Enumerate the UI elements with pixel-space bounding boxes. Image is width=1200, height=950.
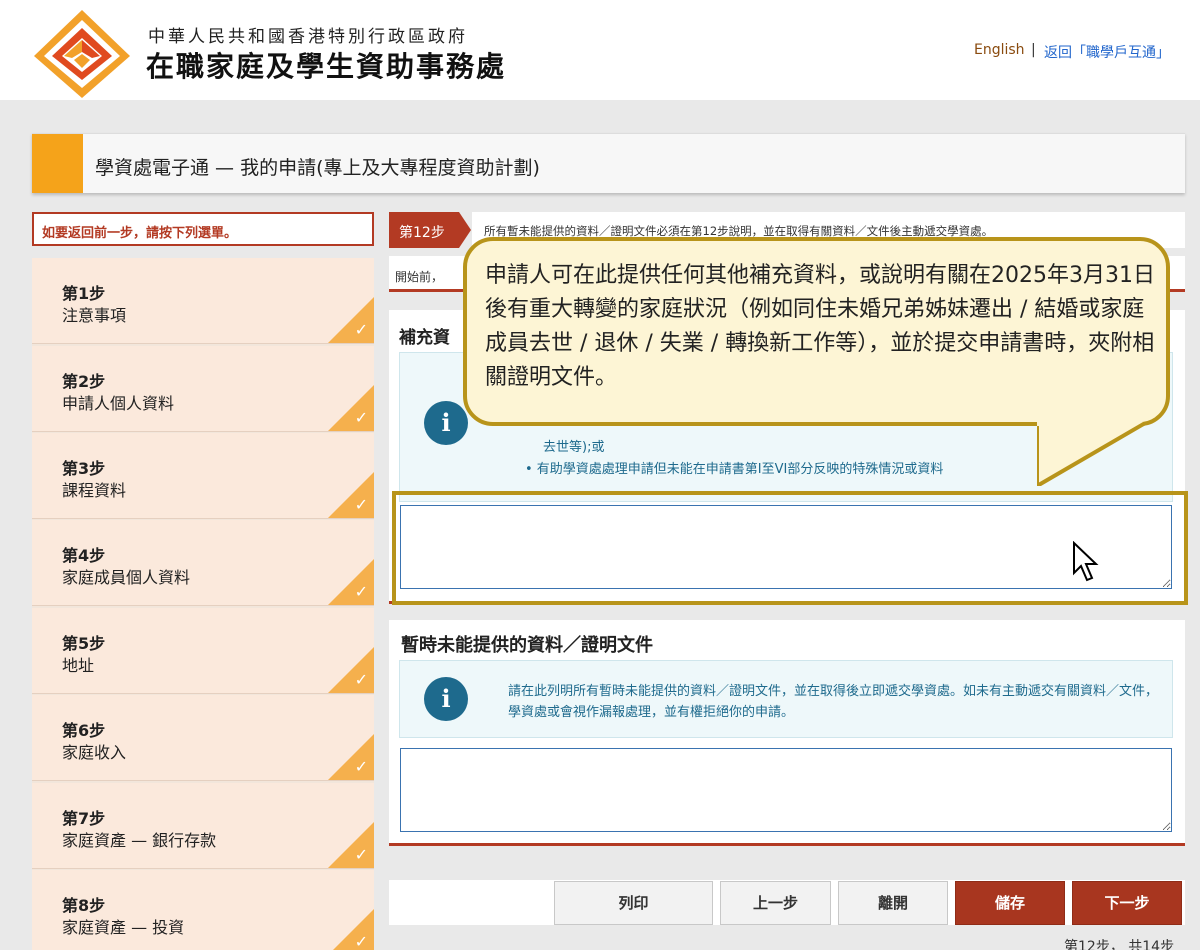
sidebar-item-step-6[interactable]: 第6步 家庭收入 ✓ <box>32 695 374 781</box>
step-number: 第2步 <box>62 372 106 391</box>
step-label: 地址 <box>62 656 95 675</box>
step-counter: 第12步， 共14步 <box>1064 939 1175 950</box>
callout-tail <box>1037 422 1147 486</box>
back-hint: 如要返回前一步，請按下列選單。 <box>32 212 374 246</box>
info-icon: i <box>424 401 468 445</box>
step-label: 申請人個人資料 <box>62 394 175 413</box>
check-icon: ✓ <box>354 670 368 689</box>
page-title-banner: 學資處電子通 — 我的申請(專上及大專程度資助計劃) <box>32 133 1185 193</box>
check-icon: ✓ <box>354 932 368 950</box>
info-icon: i <box>424 677 468 721</box>
print-button[interactable]: 列印 <box>554 881 713 925</box>
mouse-cursor-icon <box>1073 541 1099 582</box>
check-icon: ✓ <box>354 582 368 601</box>
sidebar-item-step-3[interactable]: 第3步 課程資料 ✓ <box>32 433 374 519</box>
page-title: 學資處電子通 — 我的申請(專上及大專程度資助計劃) <box>95 157 540 179</box>
check-icon: ✓ <box>354 408 368 427</box>
exit-button[interactable]: 離開 <box>838 881 948 925</box>
sidebar-item-step-2[interactable]: 第2步 申請人個人資料 ✓ <box>32 346 374 432</box>
section-title: 暫時未能提供的資料／證明文件 <box>401 635 653 656</box>
sidebar-item-step-4[interactable]: 第4步 家庭成員個人資料 ✓ <box>32 520 374 606</box>
next-step-button[interactable]: 下一步 <box>1072 881 1182 925</box>
pending-documents-input[interactable] <box>400 748 1172 832</box>
site-header: 中華人民共和國香港特別行政區政府 在職家庭及學生資助事務處 English | … <box>0 0 1200 100</box>
info-text-fragment: 去世等);或 <box>543 440 605 455</box>
step-label: 家庭資產 — 投資 <box>62 918 185 937</box>
agency-name: 在職家庭及學生資助事務處 <box>146 50 507 83</box>
check-icon: ✓ <box>354 495 368 514</box>
step-number: 第5步 <box>62 634 106 653</box>
info-box: i 請在此列明所有暫時未能提供的資料／證明文件，並在取得後立即遞交學資處。如未有… <box>399 660 1173 738</box>
step-label: 注意事項 <box>62 306 127 325</box>
save-button[interactable]: 儲存 <box>955 881 1065 925</box>
sidebar-item-step-1[interactable]: 第1步 注意事項 ✓ <box>32 258 374 344</box>
step-label: 家庭收入 <box>62 743 127 762</box>
current-step-tag: 第12步 <box>389 212 459 248</box>
step-tag-arrow <box>459 212 471 248</box>
check-icon: ✓ <box>354 320 368 339</box>
step-menu: 第1步 注意事項 ✓ 第2步 申請人個人資料 ✓ 第3步 課程資料 ✓ 第4步 … <box>32 258 374 950</box>
supplementary-info-input[interactable] <box>400 505 1172 589</box>
step-number: 第4步 <box>62 546 106 565</box>
section-title: 補充資 <box>399 328 450 348</box>
step-label: 家庭成員個人資料 <box>62 568 191 587</box>
sidebar-item-step-7[interactable]: 第7步 家庭資產 — 銀行存款 ✓ <box>32 783 374 869</box>
check-icon: ✓ <box>354 845 368 864</box>
callout-annotation: 申請人可在此提供任何其他補充資料，或說明有關在2025年3月31日後有重大轉變的… <box>463 237 1170 426</box>
header-separator: | <box>1031 42 1036 58</box>
step-number: 第6步 <box>62 721 106 740</box>
sidebar-item-step-8[interactable]: 第8步 家庭資產 — 投資 ✓ <box>32 870 374 950</box>
wfsfaa-logo-icon[interactable] <box>32 8 132 98</box>
step-number: 第3步 <box>62 459 106 478</box>
step-number: 第7步 <box>62 809 106 828</box>
info-bullet: • 有助學資處處理申請但未能在申請書第I至VI部分反映的特殊情況或資料 <box>525 462 944 477</box>
gov-name: 中華人民共和國香港特別行政區政府 <box>148 27 468 47</box>
step-number: 第8步 <box>62 896 106 915</box>
step-label: 課程資料 <box>62 481 127 500</box>
check-icon: ✓ <box>354 757 368 776</box>
step-number: 第1步 <box>62 284 106 303</box>
prev-step-button[interactable]: 上一步 <box>720 881 831 925</box>
step-label: 家庭資產 — 銀行存款 <box>62 831 217 850</box>
sidebar-item-step-5[interactable]: 第5步 地址 ✓ <box>32 608 374 694</box>
back-to-portal-link[interactable]: 返回「職學戶互通」 <box>1044 42 1170 62</box>
title-accent-bar <box>32 134 83 193</box>
english-link[interactable]: English <box>974 42 1025 58</box>
info-text: 請在此列明所有暫時未能提供的資料／證明文件，並在取得後立即遞交學資處。如未有主動… <box>508 684 1159 720</box>
